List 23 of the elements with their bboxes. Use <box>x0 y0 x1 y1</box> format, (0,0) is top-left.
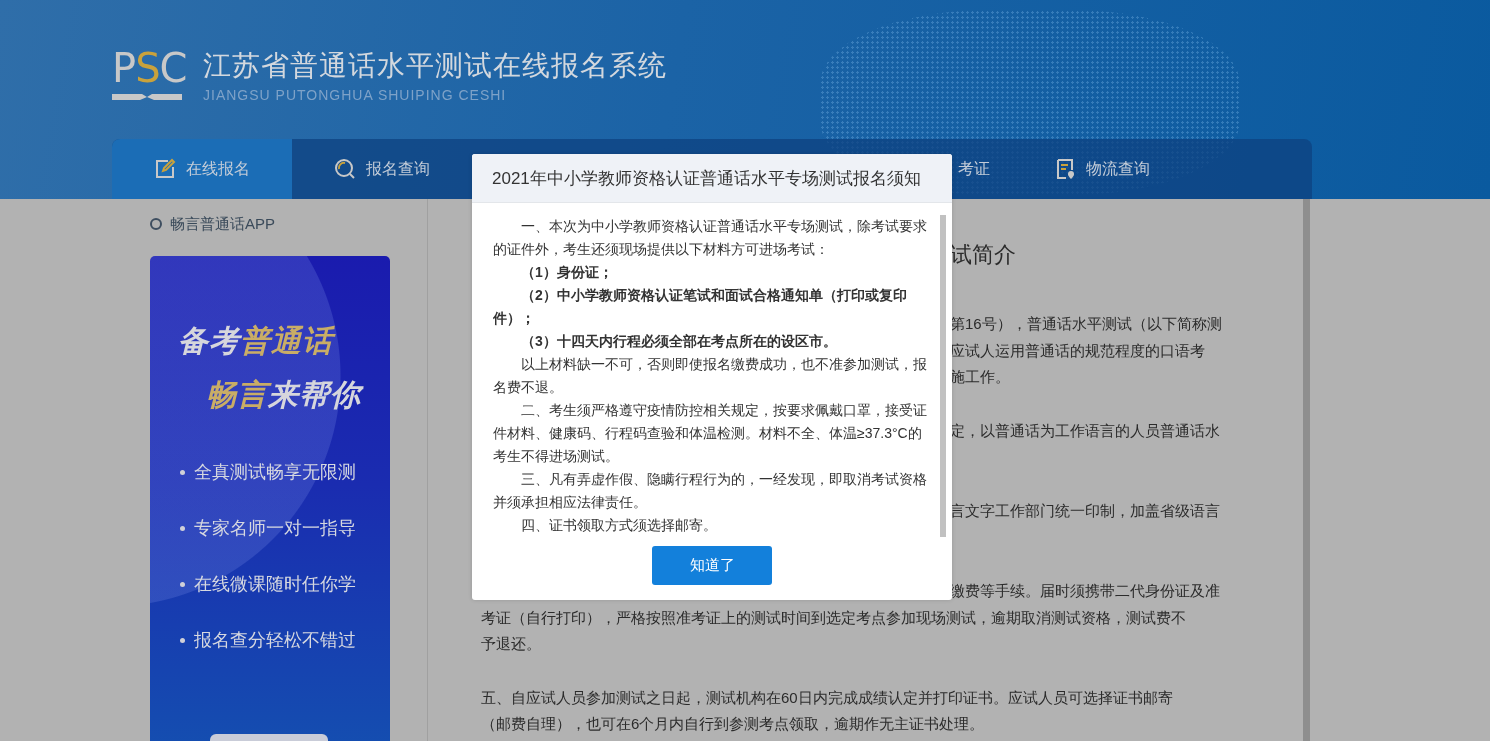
paragraph-line: 考证（自行打印），严格按照准考证上的测试时间到选定考点参加现场测试，逾期取消测试资格，测试费不 <box>481 607 1186 628</box>
feature-text: 报名查分轻松不错过 <box>194 629 356 652</box>
paragraph-line: 五、自应试人员参加测试之日起，测试机构在60日内完成成绩认定并打印证书。应试人员可选择证书邮寄 <box>481 687 1173 708</box>
paragraph-line: 言文字工作部门统一印制，加盖省级语言 <box>950 500 1220 521</box>
feature-text: 在线微课随时任你学 <box>194 573 356 596</box>
dialog-title: 2021年中小学教师资格认证普通话水平专场测试报名须知 <box>492 167 921 190</box>
paragraph-line: 予退还。 <box>481 634 541 655</box>
notice-paragraph: 一、本次为中小学教师资格认证普通话水平专场测试，除考试要求的证件外，考生还须现场提供以下材料方可进场考试： <box>493 217 928 259</box>
notice-paragraph: 二、考生须严格遵守疫情防控相关规定，按要求佩戴口罩，接受证件材料、健康码、行程码查验和体温检测。材料不全、体温≥37.3°C的考生不得进场测试。 <box>493 401 928 466</box>
feature-text: 全真测试畅享无限测 <box>194 461 356 484</box>
notice-paragraph: 三、凡有弄虚作假、隐瞒行程行为的，一经发现，即取消考试资格并须承担相应法律责任。 <box>493 470 928 512</box>
notice-paragraph: 以上材料缺一不可，否则即使报名缴费成功，也不准参加测试，报名费不退。 <box>493 355 928 397</box>
sidebar-heading: 畅言普通话APP <box>170 214 275 234</box>
feature-text: 专家名师一对一指导 <box>194 517 356 540</box>
paragraph-line: （邮费自理），也可在6个月内自行到参测考点领取，逾期作无主证书处理。 <box>481 714 985 735</box>
notice-paragraph: 四、证书领取方式须选择邮寄。 <box>520 516 718 535</box>
notice-paragraph: （2）中小学教师资格认证笔试和面试合格通知单（打印或复印件）； <box>493 286 908 328</box>
section-title: 试简介 <box>950 241 1016 269</box>
notice-paragraph: （3）十四天内行程必须全部在考点所在的设区市。 <box>520 332 838 351</box>
notice-paragraph: （1）身份证； <box>520 263 614 282</box>
paragraph-line: 第16号），普通话水平测试（以下简称测 <box>950 314 1222 334</box>
site-title: 江苏省普通话水平测试在线报名系统 <box>203 49 667 83</box>
site-subtitle: JIANGSU PUTONGHUA SHUIPING CESHI <box>203 87 507 103</box>
